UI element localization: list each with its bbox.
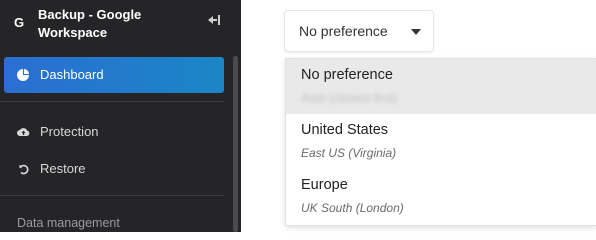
option-sub-label: East US (Virginia): [301, 146, 397, 160]
region-dropdown-menu: No preference Auto (closest first) Unite…: [285, 58, 596, 226]
region-option-united-states[interactable]: United States East US (Virginia): [286, 114, 596, 169]
sidebar-item-dashboard[interactable]: Dashboard: [4, 57, 224, 93]
sidebar-item-restore[interactable]: Restore: [4, 151, 224, 187]
pie-chart-icon: [16, 68, 30, 82]
option-label: United States: [301, 122, 389, 138]
restore-icon: [16, 162, 30, 176]
brand: G Backup - Google Workspace: [14, 6, 214, 42]
google-logo-icon: G: [14, 15, 25, 30]
option-label: No preference: [301, 67, 393, 83]
region-option-europe[interactable]: Europe UK South (London): [286, 169, 596, 224]
sidebar-item-label: Protection: [40, 124, 99, 139]
section-title-data-management: Data management: [17, 216, 120, 230]
region-select[interactable]: No preference: [284, 10, 434, 52]
option-sub-label: Auto (closest first): [301, 91, 398, 105]
option-sub-label: UK South (London): [301, 201, 404, 215]
cloud-upload-icon: [16, 125, 30, 139]
sidebar-divider: [0, 195, 224, 196]
sidebar-item-protection[interactable]: Protection: [4, 114, 224, 150]
caret-down-icon: [411, 29, 421, 35]
sidebar-divider: [0, 101, 224, 102]
app-title: Backup - Google Workspace: [38, 7, 142, 40]
region-select-value: No preference: [299, 23, 388, 39]
region-option-no-preference[interactable]: No preference Auto (closest first): [286, 59, 596, 114]
option-label: Europe: [301, 177, 348, 193]
sidebar-item-label: Restore: [40, 161, 86, 176]
collapse-left-icon: [208, 15, 220, 25]
collapse-sidebar-button[interactable]: [206, 14, 222, 28]
sidebar: G Backup - Google Workspace Dashboard Pr…: [0, 0, 241, 232]
sidebar-scrollbar[interactable]: [233, 56, 238, 232]
sidebar-item-label: Dashboard: [40, 67, 104, 82]
